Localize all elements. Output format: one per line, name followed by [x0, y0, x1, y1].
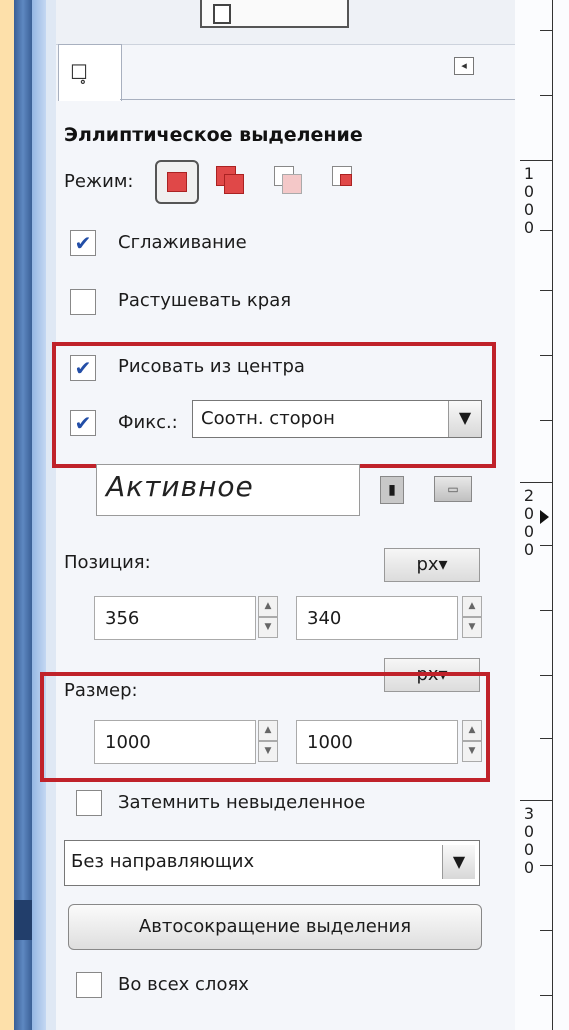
position-unit-value: px	[416, 554, 439, 575]
antialias-label: Сглаживание	[118, 232, 247, 253]
highlight-checkbox[interactable]	[76, 790, 102, 816]
ruler-label: 0	[523, 858, 535, 877]
guides-value: Без направляющих	[71, 851, 255, 872]
ruler-label: 1	[523, 164, 535, 183]
position-y-value: 340	[307, 608, 342, 629]
position-x-field[interactable]: 356	[94, 596, 256, 640]
aspect-entry-value: Активное	[106, 470, 254, 503]
ruler-label: 0	[523, 504, 535, 523]
tab-separator	[120, 99, 515, 100]
ruler-label: 0	[523, 218, 535, 237]
annotation-highlight	[52, 342, 496, 468]
position-y-spinner[interactable]: ▲ ▼	[462, 596, 482, 638]
all-layers-label: Во всех слоях	[118, 974, 249, 995]
tab-menu-arrow-icon[interactable]: ◂	[454, 57, 474, 75]
autoshrink-button[interactable]: Автосокращение выделения	[68, 904, 482, 950]
dock-inner-border	[46, 0, 56, 1030]
dropdown-arrow-icon[interactable]: ▼	[442, 845, 475, 879]
ruler-label: 0	[523, 840, 535, 859]
tool-title: Эллиптическое выделение	[64, 124, 363, 146]
ruler-label: 0	[523, 522, 535, 541]
position-y-field[interactable]: 340	[296, 596, 458, 640]
all-layers-checkbox[interactable]	[76, 972, 102, 998]
checkbox-icon	[213, 4, 231, 24]
window-frame	[0, 0, 14, 1030]
tool-options-icon: ☐̥	[70, 60, 88, 84]
dock-scrollbar[interactable]	[14, 0, 32, 1030]
position-unit-dropdown[interactable]: px▾	[384, 548, 480, 582]
ruler-edge	[552, 0, 553, 1030]
mode-add-button[interactable]	[210, 160, 250, 200]
feather-checkbox[interactable]	[70, 289, 96, 315]
ruler-pointer-icon	[540, 510, 549, 524]
ruler-label: 3	[523, 804, 535, 823]
highlight-label: Затемнить невыделенное	[118, 792, 366, 813]
position-label: Позиция:	[64, 552, 151, 573]
tab-tool-options[interactable]	[58, 44, 122, 101]
mode-subtract-button[interactable]	[268, 160, 308, 200]
portrait-icon[interactable]: ▮	[380, 476, 404, 504]
mode-intersect-button[interactable]	[326, 160, 366, 200]
antialias-checkbox[interactable]: ✔	[70, 230, 96, 256]
mode-replace-button[interactable]	[155, 160, 199, 204]
mode-label: Режим:	[64, 171, 134, 192]
replace-icon	[167, 172, 187, 192]
feather-label: Растушевать края	[118, 290, 292, 311]
dock-border	[32, 0, 46, 1030]
ruler-label: 0	[523, 540, 535, 559]
scrollbar-grip[interactable]	[14, 900, 32, 940]
annotation-highlight	[40, 672, 490, 782]
position-x-value: 356	[105, 608, 140, 629]
landscape-icon[interactable]: ▭	[434, 476, 472, 502]
ruler-label: 0	[523, 822, 535, 841]
guides-dropdown[interactable]: Без направляющих ▼	[64, 840, 480, 886]
position-x-spinner[interactable]: ▲ ▼	[258, 596, 278, 638]
ruler-label: 0	[523, 200, 535, 219]
ruler-label: 2	[523, 486, 535, 505]
ruler-label: 0	[523, 182, 535, 201]
